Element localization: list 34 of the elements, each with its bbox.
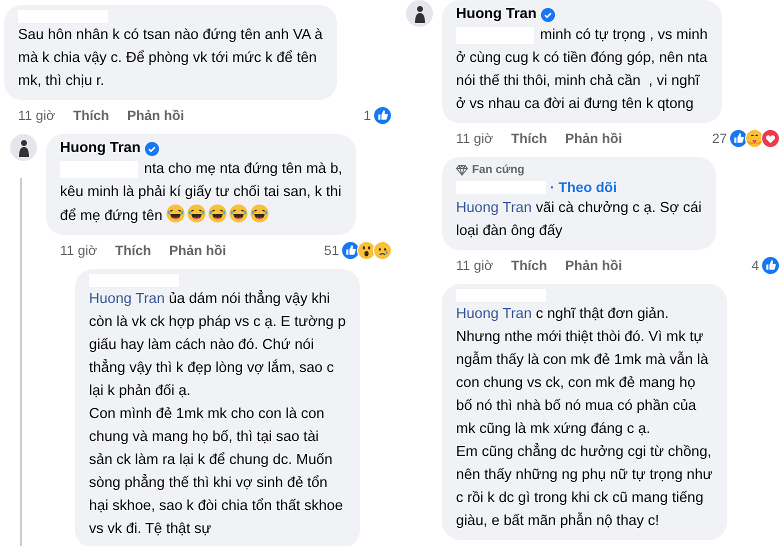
- author-name[interactable]: Huong Tran: [456, 5, 537, 24]
- follow-link[interactable]: · Theo dõi: [550, 178, 617, 197]
- comment-text: Huong Tran ủa dám nói thẳng vậy khi còn là vk ck hợp pháp vs c ạ. E tường p giấu hay làm cách nào đó. Chứ nói thẳng vậy thì k đẹp lòng vợ lắm, sao c lại k phản đối ạ. Con mình đẻ 1mk mk cho con là con chung và mang họ bố, thì tại sao tài sản ck làm ra lại k để chung dc. Muốn sòng phẳng thế thì khi vợ sinh đẻ tổn hại skhoe, sao k đòi chia tổn thất skhoe vs vk đi. Tệ thật sự: [89, 289, 346, 539]
- comment-text: minh có tự trọng , vs minh: [540, 26, 708, 45]
- mention-link[interactable]: Huong Tran: [456, 200, 532, 216]
- comment-time: 11 giờ: [60, 243, 98, 258]
- comment-text: ở cùng cug k có tiền đóng góp, nên nta nói thế thi thôi, minh chả cần , vi nghĩ ở vs nhau ca đời ai đưng tên k qtong: [456, 49, 708, 114]
- author-name[interactable]: Huong Tran: [60, 139, 141, 158]
- comment-time: 11 giờ: [456, 131, 494, 146]
- comment-text: Sau hôn nhân k có tsan nào đứng tên anh VA à mà k chia vậy c. Để phòng vk tới mức k để tên mk, thì chịu r.: [18, 26, 323, 91]
- reply-link[interactable]: Phản hồi: [565, 258, 622, 273]
- comment-text: Huong Tran vãi cà chưởng c ạ. Sợ cái loại đàn ông đấy: [456, 199, 702, 241]
- comment-text: Huong Tran c nghĩ thật đơn giản. Nhưng nthe mới thiệt thòi đó. Vì mk tự ngẫm thấy là con mk đẻ 1mk mà vẫn là con chung vs ck, con mk đẻ mang họ bố nó thì nhà bố nó mua có phần của mk cũng là mk xứng đáng c ạ. Em cũng chẳng dc hưởng cgi từ chồng, nên thấy những ng phụ nữ tự trọng như c rồi k dc gì trong khi ck cũ mang tiếng giàu, e bất mãn phẫn nộ thay c!: [456, 305, 713, 531]
- comment-time: 11 giờ: [456, 258, 494, 273]
- like-link[interactable]: Thích: [511, 131, 548, 146]
- comment-time: 11 giờ: [18, 108, 56, 123]
- fan-badge-label: Fan cứng: [472, 163, 524, 178]
- like-link[interactable]: Thích: [511, 258, 548, 273]
- like-link[interactable]: Thích: [73, 108, 110, 123]
- reply-link[interactable]: Phản hồi: [127, 108, 184, 123]
- reaction-count: 4: [751, 258, 759, 273]
- reaction-count: 27: [712, 131, 727, 146]
- reply-link[interactable]: Phản hồi: [565, 131, 622, 146]
- reaction-count: 1: [363, 108, 371, 123]
- like-link[interactable]: Thích: [115, 243, 152, 258]
- avatar[interactable]: [406, 0, 433, 27]
- mention-link[interactable]: Huong Tran: [89, 291, 165, 307]
- mention-link[interactable]: Huong Tran: [456, 306, 532, 322]
- reply-link[interactable]: Phản hồi: [169, 243, 226, 258]
- comment-text: nta cho mẹ nta đứng tên mà b,: [144, 160, 342, 179]
- diamond-icon: [456, 164, 468, 176]
- avatar[interactable]: [10, 134, 37, 161]
- comment-text: kêu minh là phải kí giấy tư chối tai san, k thi để mẹ đứng tên: [60, 183, 342, 226]
- reaction-count: 51: [324, 243, 339, 258]
